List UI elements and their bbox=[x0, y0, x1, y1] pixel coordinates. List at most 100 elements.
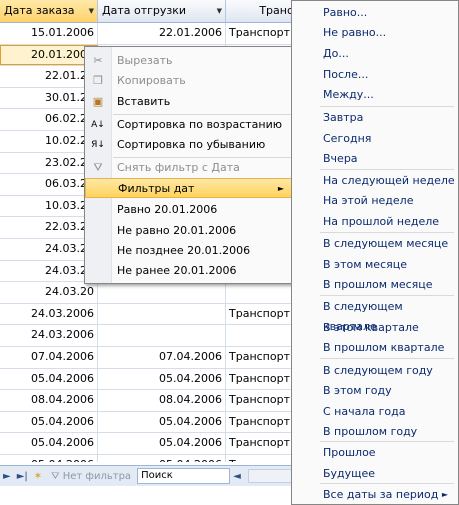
menu-item-not-earlier[interactable]: Не ранее 20.01.2006 bbox=[85, 261, 293, 281]
table-cell[interactable] bbox=[98, 282, 226, 303]
submenu-item-today[interactable]: Сегодня bbox=[323, 129, 371, 149]
table-cell[interactable]: 05.04.2006 bbox=[98, 454, 226, 462]
submenu-arrow-icon: ► bbox=[441, 490, 448, 499]
table-cell[interactable] bbox=[226, 282, 300, 303]
table-cell[interactable]: 08.04.2006 bbox=[0, 390, 98, 411]
table-cell[interactable]: 08.04.2006 bbox=[98, 390, 226, 411]
submenu-item-between[interactable]: Между... bbox=[323, 85, 374, 105]
search-input[interactable]: Поиск bbox=[137, 468, 231, 484]
menu-item-date-filters[interactable]: Фильтры дат ► bbox=[85, 178, 293, 198]
menu-item-label: Вырезать bbox=[117, 54, 173, 67]
table-cell[interactable]: Транспортн bbox=[226, 368, 300, 390]
table-row[interactable]: 24.03.20 bbox=[0, 282, 300, 304]
submenu-item-tomorrow[interactable]: Завтра bbox=[323, 108, 363, 128]
menu-item-clear-filter[interactable]: ⛛ Снять фильтр с Дата отгрузки bbox=[85, 158, 293, 194]
horizontal-scrollbar[interactable] bbox=[247, 469, 296, 483]
submenu-item-after[interactable]: После... bbox=[323, 65, 368, 85]
no-filter-label: Нет фильтра bbox=[62, 470, 132, 482]
submenu-item-last-quarter[interactable]: В прошлом квартале bbox=[323, 338, 444, 358]
menu-item-label: Фильтры дат bbox=[118, 182, 195, 195]
table-row[interactable]: 24.03.2006 Транспортн bbox=[0, 303, 300, 326]
next-record-icon[interactable]: ► bbox=[0, 471, 14, 482]
submenu-item-this-month[interactable]: В этом месяце bbox=[323, 255, 407, 275]
column-header-transport[interactable]: Транс bbox=[226, 0, 300, 22]
menu-separator bbox=[320, 232, 454, 233]
table-row[interactable]: 15.01.2006 22.01.2006 Транспортн bbox=[0, 23, 300, 45]
submenu-item-equals[interactable]: Равно... bbox=[323, 3, 367, 23]
table-cell[interactable]: Транспортн bbox=[226, 346, 300, 368]
table-cell[interactable]: Транспортн bbox=[226, 454, 300, 462]
table-row[interactable]: 24.03.2006 bbox=[0, 325, 300, 347]
menu-item-sort-ascending[interactable]: A↓ Сортировка по возрастанию bbox=[85, 115, 293, 135]
table-cell[interactable]: 24.03.2006 bbox=[0, 303, 98, 325]
new-record-icon[interactable]: ✶ bbox=[31, 471, 45, 482]
submenu-item-future[interactable]: Будущее bbox=[323, 464, 375, 484]
table-cell[interactable]: 05.04.2006 bbox=[0, 454, 98, 462]
last-record-icon[interactable]: ►| bbox=[14, 471, 31, 482]
table-row[interactable]: 05.04.200605.04.2006Транспортн bbox=[0, 368, 300, 391]
table-row[interactable]: 08.04.2006 08.04.2006 Транспортн bbox=[0, 390, 300, 412]
submenu-arrow-icon: ► bbox=[277, 184, 284, 193]
submenu-item-next-year[interactable]: В следующем году bbox=[323, 361, 433, 381]
copy-icon: ❐ bbox=[93, 74, 103, 87]
submenu-item-next-week[interactable]: На следующей неделе bbox=[323, 171, 455, 191]
table-cell[interactable]: 22.01.2006 bbox=[98, 23, 226, 44]
submenu-item-past[interactable]: Прошлое bbox=[323, 443, 376, 463]
submenu-item-this-week[interactable]: На этой неделе bbox=[323, 191, 413, 211]
table-row[interactable]: 05.04.200605.04.2006Транспортн bbox=[0, 411, 300, 434]
table-cell[interactable] bbox=[98, 325, 226, 346]
column-header-order-date[interactable]: Дата заказа ▼ bbox=[0, 0, 98, 22]
record-navigation-bar: ► ►| ✶ ⛛ Нет фильтра Поиск ◄ bbox=[0, 465, 300, 486]
table-cell[interactable]: Транспортн bbox=[226, 303, 300, 325]
table-cell[interactable]: 05.04.2006 bbox=[98, 411, 226, 433]
table-cell[interactable]: 05.04.2006 bbox=[0, 411, 98, 433]
submenu-item-yesterday[interactable]: Вчера bbox=[323, 149, 358, 169]
table-cell[interactable]: Транспортн bbox=[226, 433, 300, 454]
chevron-down-icon[interactable]: ▼ bbox=[89, 0, 94, 22]
table-cell[interactable]: Транспортн bbox=[226, 23, 300, 44]
table-cell[interactable] bbox=[98, 303, 226, 325]
menu-item-label: Не ранее 20.01.2006 bbox=[117, 264, 237, 277]
table-cell[interactable]: Транспортн bbox=[226, 411, 300, 433]
submenu-item-this-year[interactable]: В этом году bbox=[323, 381, 392, 401]
menu-item-not-equals[interactable]: Не равно 20.01.2006 bbox=[85, 221, 293, 241]
no-filter-indicator[interactable]: ⛛ Нет фильтра bbox=[45, 471, 137, 482]
submenu-item-not-equals[interactable]: Не равно... bbox=[323, 23, 386, 43]
table-cell[interactable]: 24.03.2006 bbox=[0, 325, 98, 346]
menu-item-equals[interactable]: Равно 20.01.2006 bbox=[85, 200, 293, 220]
table-cell[interactable]: 07.04.2006 bbox=[0, 346, 98, 368]
table-cell[interactable]: 05.04.2006 bbox=[98, 368, 226, 390]
menu-item-paste[interactable]: ▣ Вставить bbox=[85, 92, 293, 112]
context-menu: ✂ Вырезать ❐ Копировать ▣ Вставить A↓ Со… bbox=[84, 46, 294, 284]
table-cell[interactable]: 05.04.2006 bbox=[98, 433, 226, 454]
submenu-item-last-year[interactable]: В прошлом году bbox=[323, 422, 417, 442]
table-row[interactable]: 05.04.200605.04.2006Транспортн bbox=[0, 433, 300, 455]
table-row[interactable]: 07.04.2006 07.04.2006 Транспортн bbox=[0, 346, 300, 369]
column-header-row: Дата заказа ▼ Дата отгрузки ▼ Транс bbox=[0, 0, 300, 23]
table-cell[interactable]: Транспортн bbox=[226, 390, 300, 411]
submenu-item-before[interactable]: До... bbox=[323, 44, 349, 64]
submenu-item-this-quarter[interactable]: В этом квартале bbox=[323, 318, 419, 338]
table-cell[interactable]: 24.03.20 bbox=[0, 282, 98, 303]
table-row[interactable]: 05.04.200605.04.2006Транспортн bbox=[0, 454, 300, 462]
menu-item-cut[interactable]: ✂ Вырезать bbox=[85, 51, 293, 71]
chevron-down-icon[interactable]: ▼ bbox=[217, 0, 222, 22]
table-cell[interactable]: 07.04.2006 bbox=[98, 346, 226, 368]
menu-item-not-later[interactable]: Не позднее 20.01.2006 bbox=[85, 241, 293, 261]
submenu-item-next-quarter[interactable]: В следующем квартале bbox=[323, 297, 458, 333]
submenu-item-year-to-date[interactable]: С начала года bbox=[323, 402, 405, 422]
table-cell[interactable]: 15.01.2006 bbox=[0, 23, 98, 44]
table-cell[interactable] bbox=[226, 325, 300, 346]
submenu-item-last-week[interactable]: На прошлой неделе bbox=[323, 212, 439, 232]
submenu-item-all-dates-in-period[interactable]: Все даты за период bbox=[323, 485, 438, 505]
menu-item-sort-descending[interactable]: Я↓ Сортировка по убыванию bbox=[85, 135, 293, 155]
submenu-item-next-month[interactable]: В следующем месяце bbox=[323, 234, 448, 254]
column-header-ship-date[interactable]: Дата отгрузки ▼ bbox=[98, 0, 226, 22]
scroll-left-icon[interactable]: ◄ bbox=[230, 471, 244, 482]
submenu-item-last-month[interactable]: В прошлом месяце bbox=[323, 275, 433, 295]
table-cell[interactable]: 05.04.2006 bbox=[0, 433, 98, 454]
menu-item-label: Сортировка по убыванию bbox=[117, 138, 266, 151]
table-cell[interactable]: 05.04.2006 bbox=[0, 368, 98, 390]
clear-filter-icon: ⛛ bbox=[93, 161, 103, 174]
menu-item-copy[interactable]: ❐ Копировать bbox=[85, 71, 293, 91]
